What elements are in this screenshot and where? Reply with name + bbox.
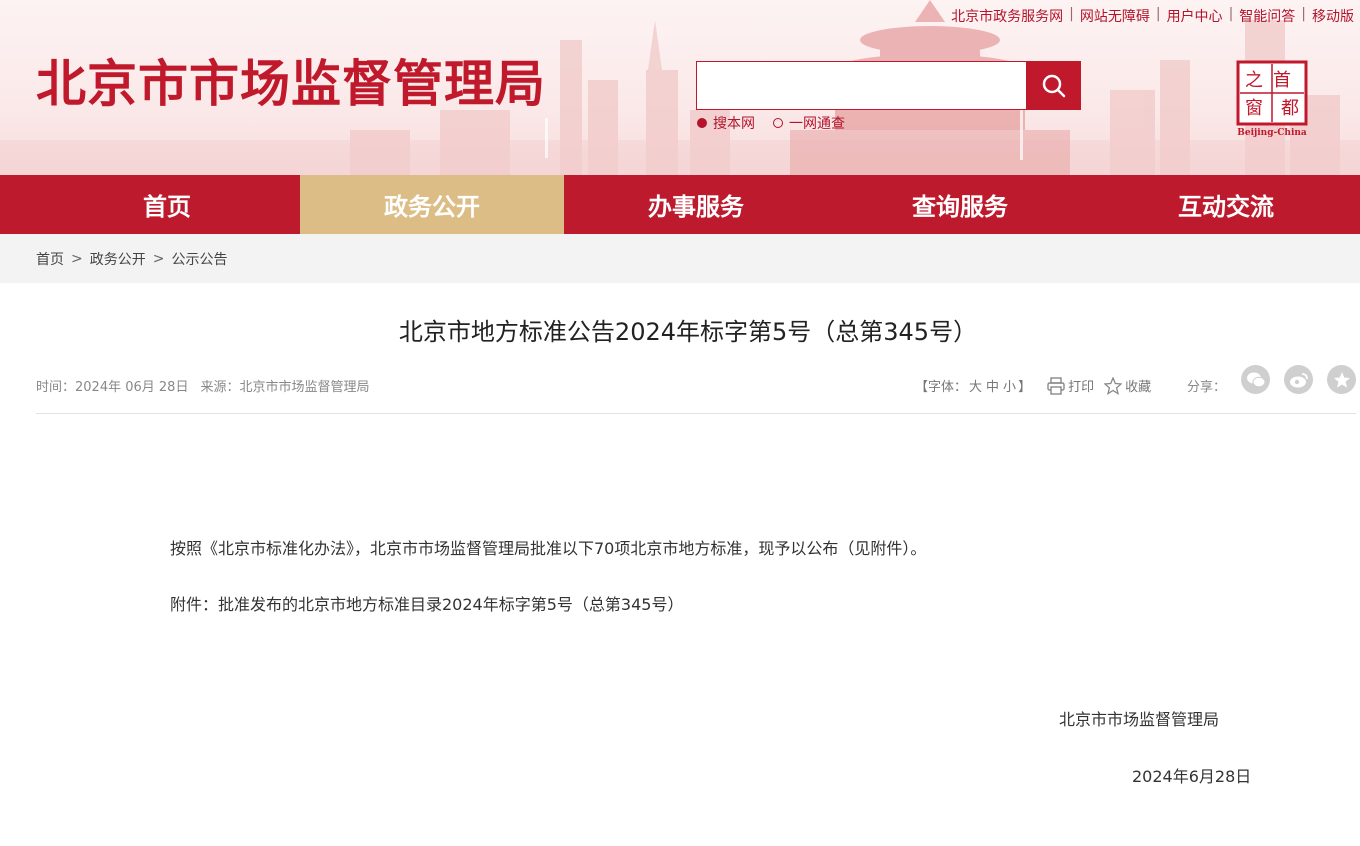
- nav-home[interactable]: 首页: [0, 175, 300, 234]
- source-label: 来源：: [200, 380, 240, 395]
- scope-label: 搜本网: [713, 116, 755, 132]
- search-icon: [1042, 74, 1065, 97]
- wechat-icon: [1246, 372, 1265, 387]
- svg-text:首: 首: [1273, 70, 1291, 91]
- font-size-large[interactable]: 大: [969, 380, 982, 395]
- nav-interaction[interactable]: 互动交流: [1092, 175, 1360, 234]
- favorite-button[interactable]: 收藏: [1104, 376, 1151, 395]
- weibo-icon: [1289, 372, 1308, 387]
- divider: [36, 413, 1356, 414]
- font-label-close: 】: [1018, 380, 1032, 395]
- publish-date: 2024年6月28日: [1132, 767, 1252, 786]
- breadcrumb-gov-affairs[interactable]: 政务公开: [90, 249, 146, 269]
- search-input[interactable]: [696, 61, 1027, 110]
- svg-text:窗: 窗: [1245, 98, 1263, 119]
- scope-label: 一网通查: [789, 116, 845, 132]
- source-value: 北京市市场监督管理局: [239, 380, 370, 395]
- breadcrumb-announcements[interactable]: 公示公告: [171, 249, 227, 269]
- top-link-accessibility[interactable]: 网站无障碍: [1080, 6, 1150, 26]
- signature: 北京市市场监督管理局: [1059, 710, 1220, 729]
- article-paragraph: 按照《北京市标准化办法》，北京市市场监督管理局批准以下70项北京市地方标准，现予…: [170, 539, 927, 558]
- radio-dot: [773, 118, 783, 128]
- top-link-mobile[interactable]: 移动版: [1312, 6, 1354, 26]
- star-icon: [1333, 371, 1350, 388]
- svg-text:都: 都: [1281, 98, 1299, 119]
- time-label: 时间：: [36, 380, 76, 395]
- search-button[interactable]: [1026, 61, 1081, 110]
- top-links: 北京市政务服务网 | 网站无障碍 | 用户中心 | 智能问答 | 移动版: [951, 6, 1354, 26]
- print-label: 打印: [1068, 380, 1095, 395]
- nav-services[interactable]: 办事服务: [564, 175, 828, 234]
- link-separator: |: [1301, 6, 1306, 22]
- breadcrumb-home[interactable]: 首页: [36, 249, 64, 269]
- scope-all-radio[interactable]: 一网通查: [773, 113, 845, 133]
- capital-window-logo[interactable]: 首 都 之 窗 Beijing-China: [1236, 60, 1308, 138]
- top-link-gov-service[interactable]: 北京市政务服务网: [951, 6, 1063, 26]
- share-label: 分享：: [1187, 380, 1227, 395]
- article-title: 北京市地方标准公告2024年标字第5号（总第345号）: [398, 318, 978, 346]
- star-icon: [1104, 376, 1123, 395]
- article-meta: 时间：2024年 06月 28日 来源：北京市市场监督管理局: [36, 376, 369, 395]
- link-separator: |: [1069, 6, 1074, 22]
- scope-site-radio[interactable]: 搜本网: [697, 113, 755, 133]
- article-tools: 【字体：大中小】 打印 收藏: [915, 376, 1151, 395]
- top-link-user-center[interactable]: 用户中心: [1167, 6, 1223, 26]
- source-meta: 来源：北京市市场监督管理局: [200, 376, 369, 395]
- svg-text:之: 之: [1245, 70, 1263, 91]
- site-title[interactable]: 北京市市场监督管理局: [36, 44, 546, 116]
- search-scope: 搜本网 一网通查: [697, 113, 845, 133]
- time-value: 2024年 06月 28日: [75, 380, 189, 395]
- radio-dot: [697, 118, 707, 128]
- font-label-open: 【字体：: [915, 380, 968, 395]
- font-size-control: 【字体：大中小】: [915, 376, 1031, 395]
- print-button[interactable]: 打印: [1047, 376, 1094, 395]
- nav-query[interactable]: 查询服务: [828, 175, 1092, 234]
- link-separator: |: [1155, 6, 1161, 22]
- font-size-small[interactable]: 小: [1003, 380, 1016, 395]
- share-favorite-button[interactable]: [1327, 365, 1356, 394]
- main-nav: 首页 政务公开 办事服务 查询服务 互动交流: [0, 175, 1360, 234]
- link-separator: |: [1228, 6, 1234, 22]
- breadcrumb-separator: >: [152, 250, 165, 267]
- breadcrumb-separator: >: [71, 250, 83, 267]
- share-weibo-button[interactable]: [1284, 365, 1313, 394]
- svg-text:Beijing-China: Beijing-China: [1237, 128, 1307, 138]
- site-header: 北京市市场监督管理局 北京市政务服务网 | 网站无障碍 | 用户中心 | 智能问…: [0, 0, 1360, 175]
- breadcrumb: 首页 > 政务公开 > 公示公告: [0, 234, 1360, 283]
- attachment-link[interactable]: 附件：批准发布的北京市地方标准目录2024年标字第5号（总第345号）: [170, 591, 683, 615]
- nav-government-affairs[interactable]: 政务公开: [300, 175, 564, 234]
- font-size-medium[interactable]: 中: [986, 380, 999, 395]
- top-link-smart-qa[interactable]: 智能问答: [1239, 6, 1295, 26]
- favorite-label: 收藏: [1125, 380, 1152, 395]
- share-wechat-button[interactable]: [1241, 365, 1270, 394]
- time-meta: 时间：2024年 06月 28日: [36, 376, 188, 395]
- printer-icon: [1047, 376, 1065, 395]
